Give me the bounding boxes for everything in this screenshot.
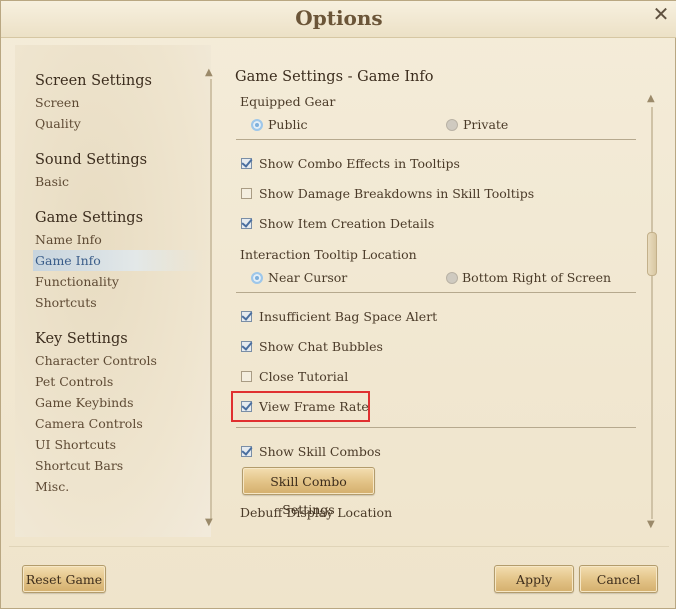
radio-public-label[interactable]: Public: [268, 115, 307, 135]
sidebar-item-basic[interactable]: Basic: [35, 171, 205, 192]
content-scrollbar[interactable]: ▲ ▼: [647, 93, 657, 530]
settings-panel: Equipped Gear Public Private Show Combo …: [234, 91, 639, 531]
option-show-combo-effects[interactable]: Show Combo Effects in Tooltips: [241, 154, 631, 174]
radio-bottom-right-label[interactable]: Bottom Right of Screen: [462, 268, 611, 288]
footer-divider: [9, 546, 669, 547]
sidebar-scroll-track[interactable]: [210, 79, 212, 519]
option-close-tutorial[interactable]: Close Tutorial: [241, 367, 631, 387]
sidebar-item-misc[interactable]: Misc.: [35, 476, 205, 497]
radio-public[interactable]: [251, 119, 263, 131]
sidebar-heading-game-settings: Game Settings: [35, 210, 144, 226]
insufficient-bag-label: Insufficient Bag Space Alert: [259, 309, 438, 324]
equipped-gear-group: Public Private: [251, 115, 611, 135]
content-scroll-thumb[interactable]: [647, 232, 657, 276]
sidebar-item-game-info[interactable]: Game Info: [33, 250, 205, 271]
checkbox-show-damage-breakdowns[interactable]: [241, 188, 252, 199]
highlight-box: [231, 391, 370, 422]
sidebar-item-quality[interactable]: Quality: [35, 113, 205, 134]
debuff-display-label: Debuff Display Location: [240, 505, 393, 520]
chevron-up-icon[interactable]: ▲: [205, 67, 213, 78]
sidebar: Screen Settings Screen Quality Sound Set…: [15, 45, 211, 537]
divider: [236, 292, 636, 293]
option-show-skill-combos[interactable]: Show Skill Combos: [241, 442, 631, 462]
window-title: Options: [295, 6, 383, 30]
sidebar-item-camera-controls[interactable]: Camera Controls: [35, 413, 205, 434]
sidebar-item-ui-shortcuts[interactable]: UI Shortcuts: [35, 434, 205, 455]
content-scroll-track[interactable]: [651, 107, 653, 519]
option-insufficient-bag[interactable]: Insufficient Bag Space Alert: [241, 307, 631, 327]
radio-private-label[interactable]: Private: [463, 115, 508, 135]
option-show-item-creation[interactable]: Show Item Creation Details: [241, 214, 631, 234]
show-item-creation-label: Show Item Creation Details: [259, 216, 435, 231]
radio-private[interactable]: [446, 119, 458, 131]
checkbox-show-combo-effects[interactable]: [241, 158, 252, 169]
option-show-damage-breakdowns[interactable]: Show Damage Breakdowns in Skill Tooltips: [241, 184, 631, 204]
cancel-button[interactable]: Cancel: [579, 565, 658, 593]
sidebar-item-game-keybinds[interactable]: Game Keybinds: [35, 392, 205, 413]
radio-near-cursor-label[interactable]: Near Cursor: [268, 268, 347, 288]
radio-bottom-right[interactable]: [446, 272, 458, 284]
sidebar-item-shortcuts[interactable]: Shortcuts: [35, 292, 205, 313]
interaction-tooltip-group: Near Cursor Bottom Right of Screen: [251, 268, 631, 288]
reset-game-button[interactable]: Reset Game: [22, 565, 106, 593]
checkbox-close-tutorial[interactable]: [241, 371, 252, 382]
chat-bubbles-label: Show Chat Bubbles: [259, 339, 383, 354]
show-combo-effects-label: Show Combo Effects in Tooltips: [259, 156, 460, 171]
options-window: Options ✕ Screen Settings Screen Quality…: [0, 0, 676, 609]
sidebar-item-screen[interactable]: Screen: [35, 92, 205, 113]
interaction-tooltip-label: Interaction Tooltip Location: [240, 247, 417, 262]
chevron-down-icon[interactable]: ▼: [205, 517, 213, 528]
skill-combo-settings-button[interactable]: Skill Combo Settings: [242, 467, 375, 517]
chevron-down-icon[interactable]: ▼: [647, 519, 655, 530]
sidebar-heading-screen-settings: Screen Settings: [35, 73, 152, 89]
equipped-gear-label: Equipped Gear: [240, 94, 336, 109]
checkbox-chat-bubbles[interactable]: [241, 341, 252, 352]
chevron-up-icon[interactable]: ▲: [647, 93, 655, 104]
sidebar-item-name-info[interactable]: Name Info: [35, 229, 205, 250]
sidebar-item-pet-controls[interactable]: Pet Controls: [35, 371, 205, 392]
checkbox-show-skill-combos[interactable]: [241, 446, 252, 457]
show-skill-combos-label: Show Skill Combos: [259, 444, 381, 459]
sidebar-item-functionality[interactable]: Functionality: [35, 271, 205, 292]
divider: [236, 139, 636, 140]
checkbox-insufficient-bag[interactable]: [241, 311, 252, 322]
content-title: Game Settings - Game Info: [235, 69, 434, 85]
sidebar-item-shortcut-bars[interactable]: Shortcut Bars: [35, 455, 205, 476]
sidebar-item-character-controls[interactable]: Character Controls: [35, 350, 205, 371]
divider: [236, 427, 636, 428]
sidebar-heading-key-settings: Key Settings: [35, 331, 128, 347]
sidebar-heading-sound-settings: Sound Settings: [35, 152, 148, 168]
apply-button[interactable]: Apply: [494, 565, 574, 593]
checkbox-show-item-creation[interactable]: [241, 218, 252, 229]
radio-near-cursor[interactable]: [251, 272, 263, 284]
title-bar: Options ✕: [1, 1, 676, 38]
sidebar-scrollbar[interactable]: ▲ ▼: [205, 67, 214, 528]
close-tutorial-label: Close Tutorial: [259, 369, 349, 384]
show-damage-breakdowns-label: Show Damage Breakdowns in Skill Tooltips: [259, 186, 535, 201]
option-chat-bubbles[interactable]: Show Chat Bubbles: [241, 337, 631, 357]
close-icon[interactable]: ✕: [650, 3, 672, 25]
